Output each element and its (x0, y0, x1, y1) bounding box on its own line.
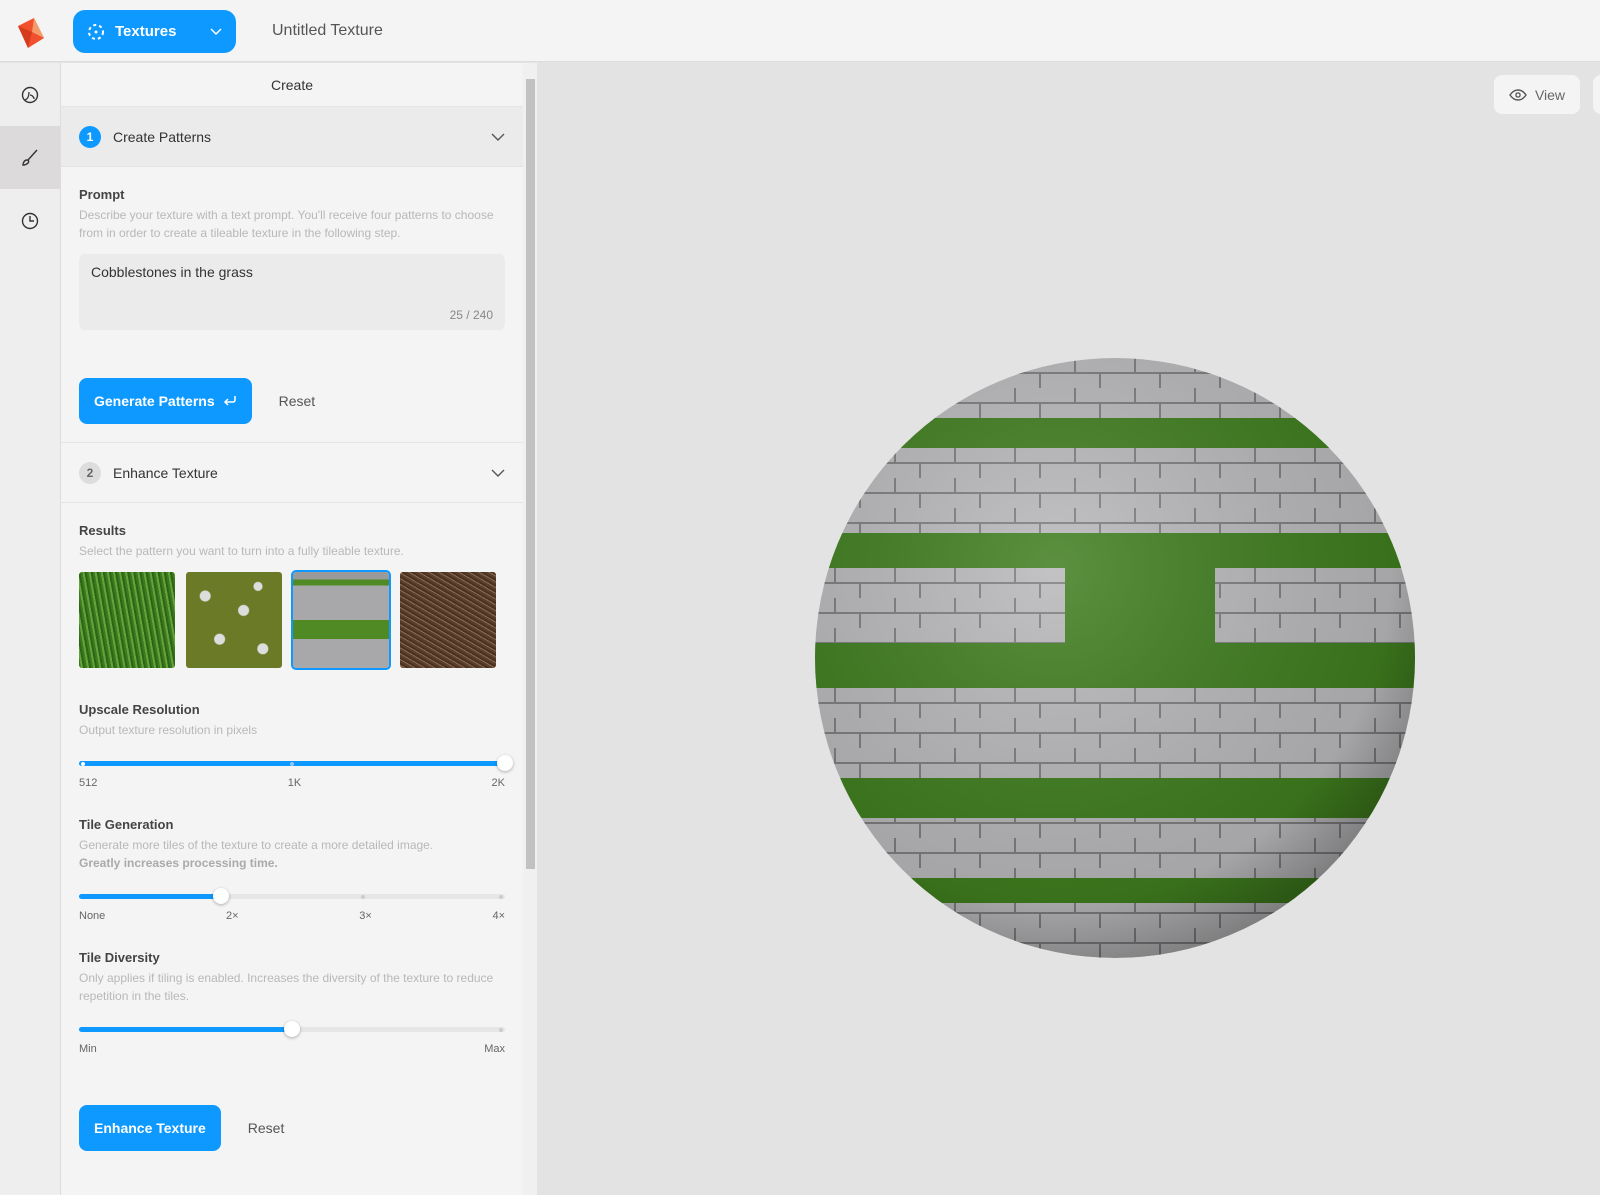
results-description: Select the pattern you want to turn into… (79, 544, 404, 558)
reset-button[interactable]: Reset (279, 393, 316, 409)
step-number: 2 (79, 461, 101, 484)
results-label: Results (79, 523, 126, 538)
step-number: 1 (79, 125, 101, 148)
mode-dropdown[interactable]: Textures (73, 10, 236, 53)
upscale-label: Upscale Resolution (79, 702, 200, 717)
char-count: 25 / 240 (449, 308, 493, 322)
slider-handle[interactable] (284, 1021, 300, 1037)
tile-diversity-slider[interactable] (79, 1021, 505, 1037)
mode-label: Textures (115, 23, 177, 40)
chevron-down-icon (491, 133, 505, 141)
section-enhance-texture[interactable]: 2 Enhance Texture (61, 443, 523, 503)
tick: 2K (491, 777, 505, 789)
chevron-down-icon (491, 469, 505, 477)
generate-patterns-button[interactable]: Generate Patterns (79, 378, 252, 424)
tile-generation-description: Generate more tiles of the texture to cr… (79, 838, 434, 870)
generate-label: Generate Patterns (94, 393, 215, 409)
slider-handle[interactable] (212, 888, 229, 904)
result-thumbnail-pebbles[interactable] (186, 572, 282, 668)
side-rail (0, 63, 61, 1195)
tick: Max (484, 1043, 505, 1055)
tick: 1K (287, 777, 302, 789)
tick: None (79, 910, 106, 922)
rail-item-palette[interactable] (0, 63, 60, 126)
upscale-slider[interactable] (79, 755, 513, 771)
tile-diversity-description: Only applies if tiling is enabled. Incre… (79, 971, 494, 1003)
rail-item-history[interactable] (0, 189, 60, 252)
result-thumbnail-cobblestones[interactable] (291, 570, 391, 670)
palette-icon (21, 86, 39, 103)
tile-generation-slider[interactable] (79, 888, 505, 904)
viewport-option-button[interactable] (1593, 75, 1600, 114)
view-button[interactable]: View (1494, 75, 1580, 114)
tick: 3× (359, 910, 372, 922)
scrollbar-thumb[interactable] (526, 79, 535, 869)
enhance-texture-button[interactable]: Enhance Texture (79, 1105, 221, 1151)
section-title: Enhance Texture (113, 464, 218, 481)
tile-diversity-label: Tile Diversity (79, 950, 160, 965)
textures-icon (88, 23, 104, 40)
section-title: Create Patterns (113, 128, 212, 145)
slider-handle[interactable] (497, 755, 513, 771)
panel-title: Create (61, 63, 523, 107)
tick: 512 (79, 777, 98, 789)
chevron-down-icon (210, 27, 222, 35)
view-label: View (1534, 86, 1566, 103)
reset-button[interactable]: Reset (248, 1120, 285, 1136)
tick: 2× (225, 910, 239, 922)
prompt-input[interactable]: Cobblestones in the grass 25 / 240 (79, 254, 505, 330)
eye-icon (1509, 88, 1527, 101)
app-logo-icon (18, 18, 44, 48)
rail-item-create[interactable] (0, 126, 60, 189)
create-panel: Create 1 Create Patterns Prompt Describe… (61, 63, 523, 1195)
panel-scrollbar[interactable] (523, 63, 537, 1195)
tick: 4× (492, 910, 505, 922)
result-thumbnail-needles[interactable] (400, 572, 496, 668)
texture-preview-sphere[interactable] (815, 358, 1425, 958)
upscale-description: Output texture resolution in pixels (79, 723, 258, 737)
history-icon (21, 212, 39, 229)
prompt-description: Describe your texture with a text prompt… (79, 208, 494, 240)
top-bar: Textures Untitled Texture (0, 0, 1600, 62)
enter-icon (223, 396, 236, 406)
tick: Min (79, 1043, 97, 1055)
brush-icon (22, 149, 38, 166)
result-thumbnail-grass[interactable] (79, 572, 175, 668)
document-title[interactable]: Untitled Texture (272, 22, 383, 40)
prompt-label: Prompt (79, 187, 125, 202)
tile-generation-label: Tile Generation (79, 817, 174, 832)
prompt-value: Cobblestones in the grass (91, 264, 253, 280)
section-create-patterns[interactable]: 1 Create Patterns (61, 107, 523, 167)
